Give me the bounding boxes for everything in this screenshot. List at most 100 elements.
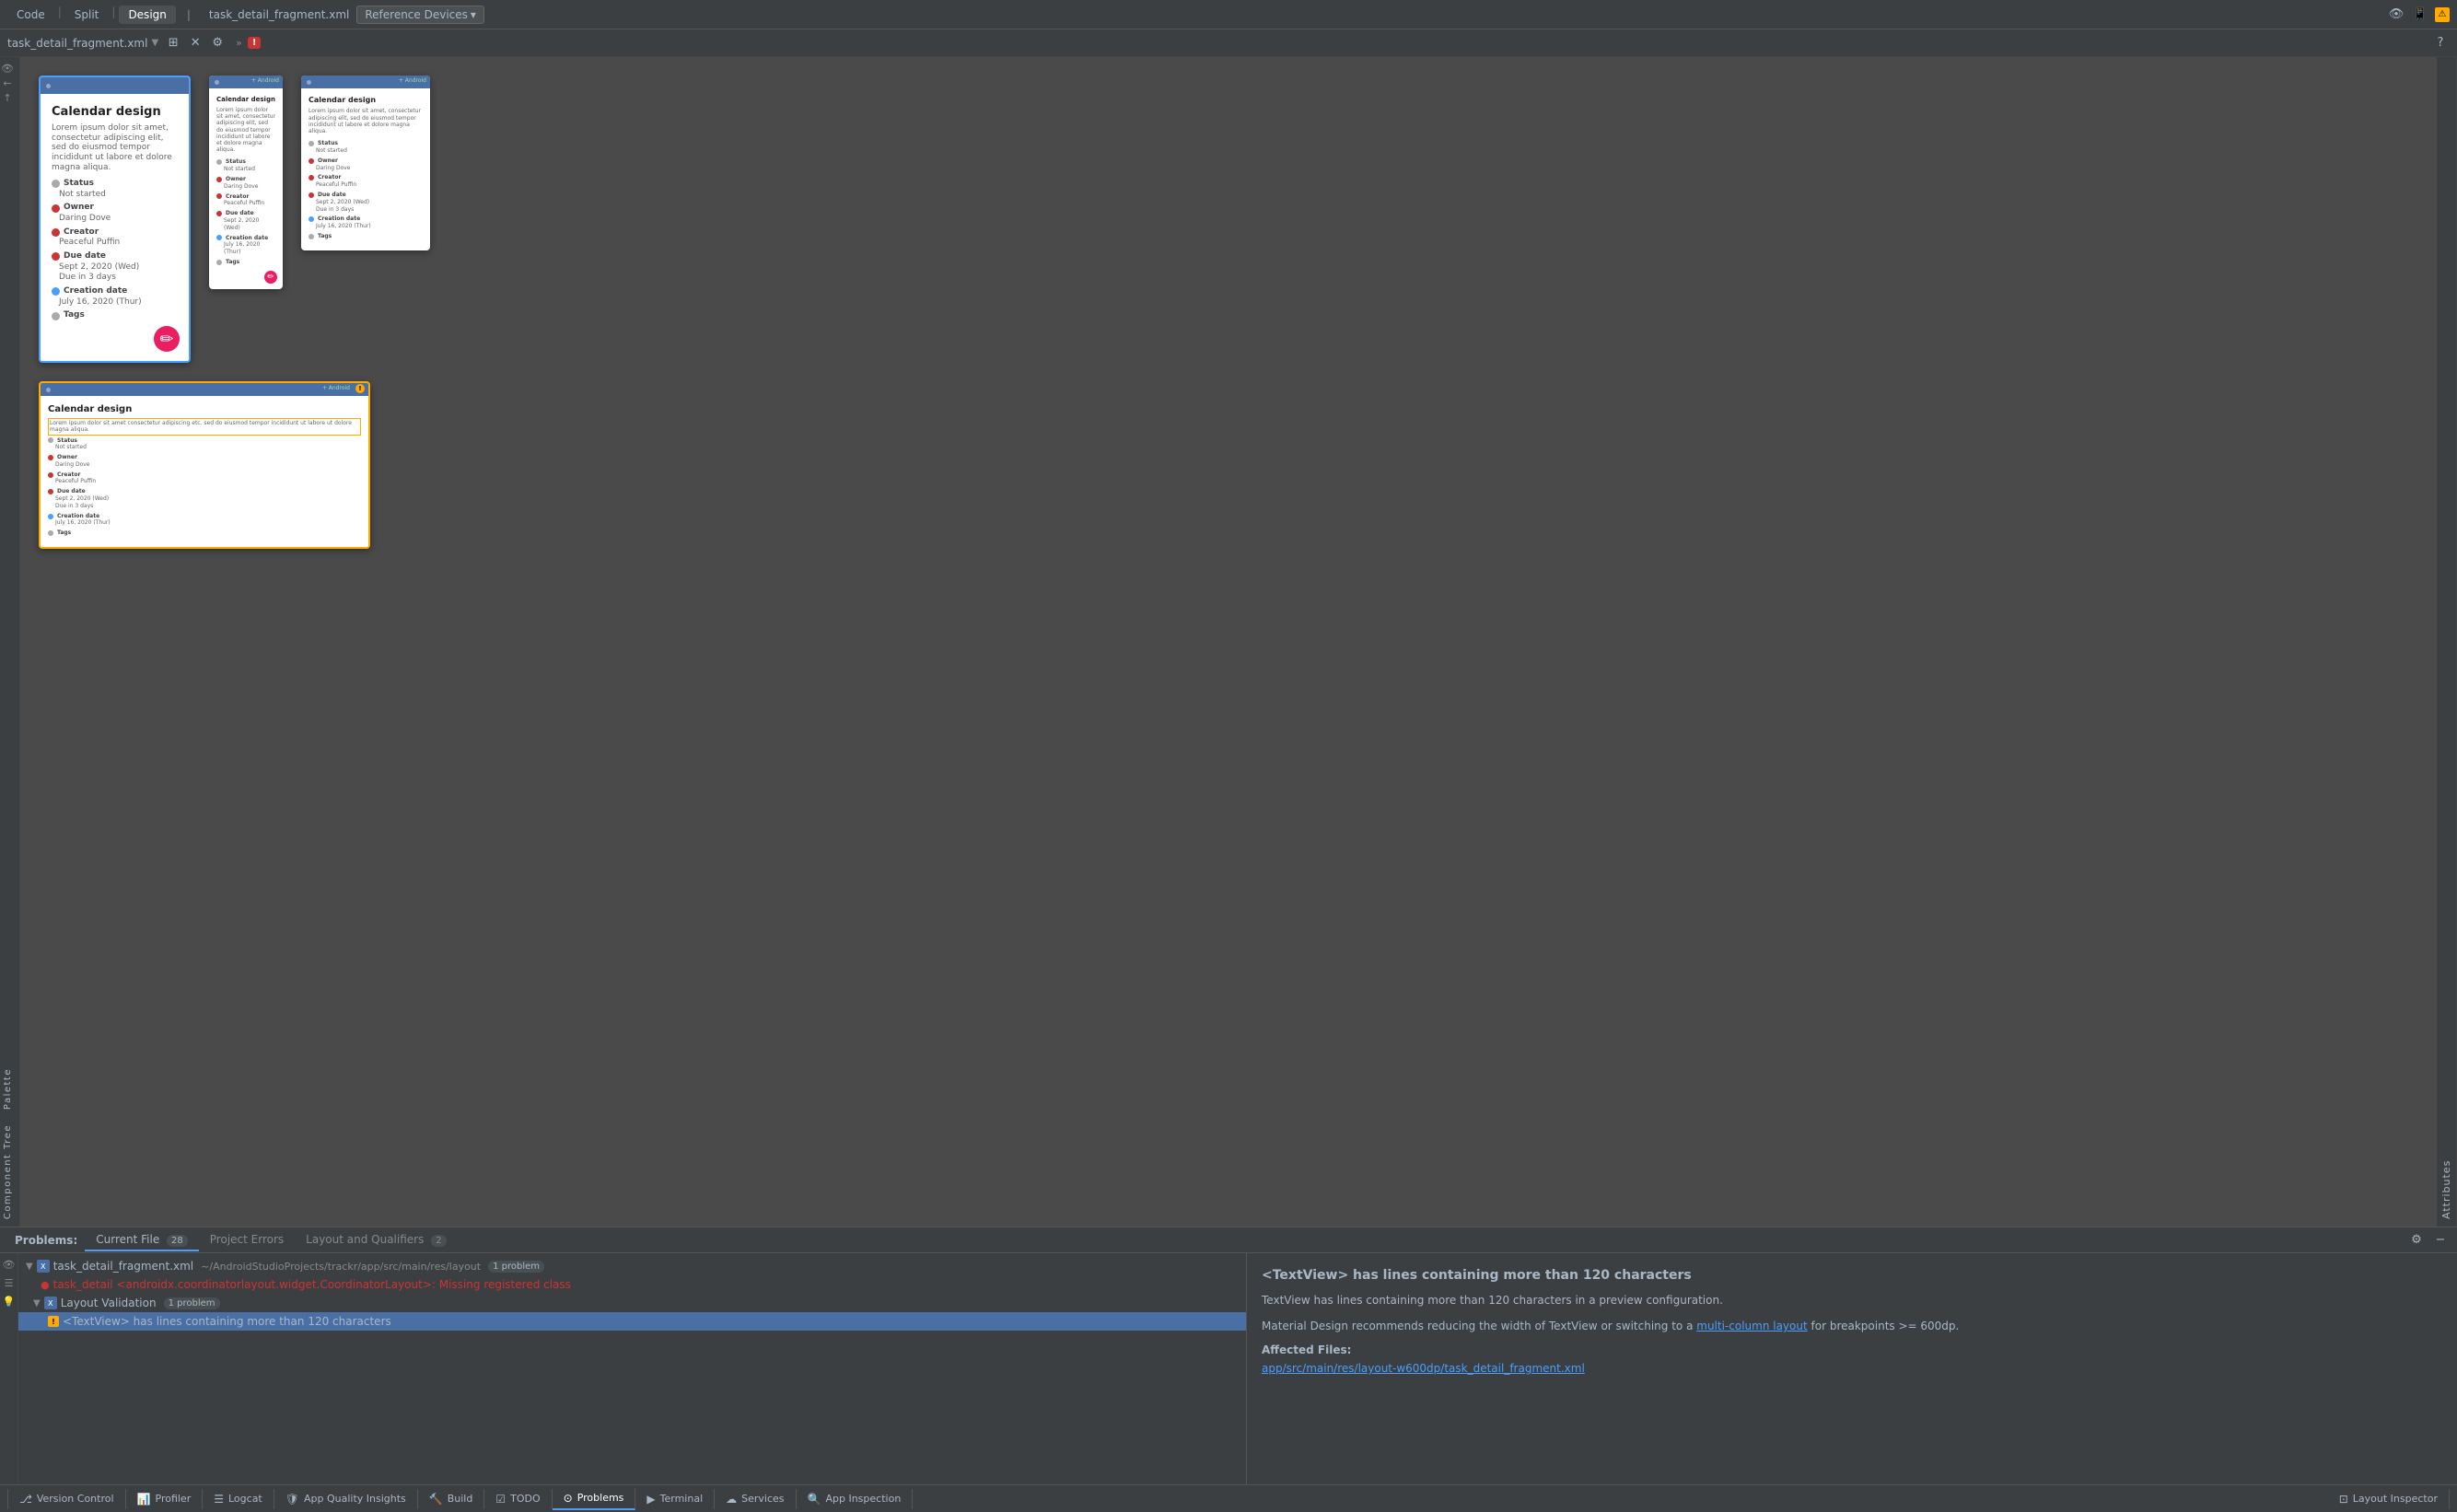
eye-small-icon[interactable]: 👁 xyxy=(0,61,15,76)
canvas-area[interactable]: Calendar design Lorem ipsum dolor sit am… xyxy=(20,57,2437,1227)
version-control-item[interactable]: ⎇ Version Control xyxy=(7,1489,126,1509)
layout-qualifiers-tab[interactable]: Layout and Qualifiers 2 xyxy=(295,1229,457,1251)
current-file-badge: 28 xyxy=(167,1235,188,1247)
w-owner-val: Daring Dove xyxy=(55,461,361,469)
up-arrow-icon[interactable]: ↑ xyxy=(0,90,15,105)
bottom-panel: Problems: Current File 28 Project Errors… xyxy=(0,1227,2457,1484)
problem-error-item[interactable]: ● task_detail <androidx.coordinatorlayou… xyxy=(18,1275,1246,1294)
tab-split[interactable]: Split xyxy=(65,6,109,24)
warning-badge[interactable]: ⚠ xyxy=(2435,7,2450,22)
layout-validation-subgroup[interactable]: ▼ X Layout Validation 1 problem xyxy=(18,1294,1246,1312)
tab-code[interactable]: Code xyxy=(7,6,54,24)
second-toolbar-right: ? xyxy=(2431,34,2450,52)
c2-creator-val: Peaceful Puffin xyxy=(224,200,275,207)
card2-creation: Creation date July 16, 2020 (Thur) xyxy=(216,235,275,256)
preview-card-main[interactable]: Calendar design Lorem ipsum dolor sit am… xyxy=(39,76,191,363)
left-arrow-icon[interactable]: ← xyxy=(0,76,15,90)
status-bar: ⎇ Version Control 📊 Profiler ☰ Logcat 🛡 … xyxy=(0,1484,2457,1512)
problems-status-item[interactable]: ⊙ Problems xyxy=(553,1488,636,1510)
second-toolbar: task_detail_fragment.xml ▼ ⊞ ✕ ⚙ » ! ? xyxy=(0,29,2457,57)
card2-fab[interactable]: ✏ xyxy=(264,271,277,284)
layout-validation-icon: X xyxy=(44,1297,57,1309)
problems-list-icon[interactable]: ☰ xyxy=(2,1275,17,1290)
services-item[interactable]: ☁ Services xyxy=(715,1489,796,1509)
problems-bulb-icon[interactable]: 💡 xyxy=(2,1294,17,1308)
tab-design[interactable]: Design xyxy=(119,6,175,24)
build-icon: 🔨 xyxy=(429,1493,443,1506)
card-title-2: Calendar design xyxy=(216,96,275,104)
w-tags: Tags xyxy=(48,529,361,537)
detail-title: <TextView> has lines containing more tha… xyxy=(1262,1268,2442,1283)
c3-tags-lbl: Tags xyxy=(309,233,423,240)
warning-item-selected[interactable]: ! <TextView> has lines containing more t… xyxy=(18,1312,1246,1331)
c2-due-lbl: Due date xyxy=(216,210,275,217)
settings-icon[interactable]: ⚙ xyxy=(2407,1231,2426,1250)
help-icon[interactable]: ? xyxy=(2431,34,2450,52)
app-inspection-item[interactable]: 🔍 App Inspection xyxy=(797,1489,914,1509)
build-item[interactable]: 🔨 Build xyxy=(418,1489,485,1509)
todo-item[interactable]: ☑ TODO xyxy=(484,1489,552,1509)
c2-tags-icon xyxy=(216,260,222,265)
affected-files-label: Affected Files: xyxy=(1262,1343,2442,1356)
minimize-icon[interactable]: − xyxy=(2431,1231,2450,1250)
multi-column-link[interactable]: multi-column layout xyxy=(1696,1320,1807,1332)
services-icon: ☁ xyxy=(726,1493,737,1506)
profiler-item[interactable]: 📊 Profiler xyxy=(126,1489,204,1509)
card3-creation: Creation date July 16, 2020 (Thur) xyxy=(309,215,423,230)
c3-creator-val: Peaceful Puffin xyxy=(316,181,423,189)
affected-file-link[interactable]: app/src/main/res/layout-w600dp/task_deta… xyxy=(1262,1362,2442,1375)
reference-devices-button[interactable]: Reference Devices ▾ xyxy=(356,6,484,24)
card-header-3: + Android xyxy=(301,76,430,88)
layout-grid-icon[interactable]: ⊞ xyxy=(164,34,182,52)
spacer xyxy=(0,105,19,1061)
c3-due-lbl: Due date xyxy=(309,192,423,199)
top-toolbar: Code | Split | Design | task_detail_frag… xyxy=(0,0,2457,29)
eye-icon[interactable]: 👁 xyxy=(2387,6,2405,24)
card-field-due: Due date Sept 2, 2020 (Wed) Due in 3 day… xyxy=(52,251,178,284)
detail-body-1: TextView has lines containing more than … xyxy=(1262,1292,2442,1308)
due-value1: Sept 2, 2020 (Wed) xyxy=(59,262,178,273)
preview-card-2[interactable]: Calendar design Lorem ipsum dolor sit am… xyxy=(209,76,283,289)
component-tree-tab[interactable]: Component Tree xyxy=(0,1117,19,1227)
toolbar-more-button[interactable]: » xyxy=(236,37,242,49)
file-name-label[interactable]: task_detail_fragment.xml xyxy=(7,37,147,50)
palette-tab[interactable]: Palette xyxy=(0,1061,19,1117)
layout-qualifiers-badge: 2 xyxy=(431,1235,446,1247)
card-header-warning: + Android ! xyxy=(41,383,368,396)
layout-inspector-item[interactable]: ⊡ Layout Inspector xyxy=(2328,1489,2450,1509)
w-status-icon xyxy=(48,437,53,443)
problem-group-header-1[interactable]: ▼ X task_detail_fragment.xml ~/AndroidSt… xyxy=(18,1257,1246,1275)
w-creator-icon xyxy=(48,472,53,478)
problems-eye-icon[interactable]: 👁 xyxy=(2,1257,17,1272)
toolbar-right: 👁 📱 ⚠ xyxy=(2387,6,2450,24)
project-errors-tab[interactable]: Project Errors xyxy=(199,1229,295,1251)
c3-status-icon xyxy=(309,141,314,146)
error-item-text: task_detail <androidx.coordinatorlayout.… xyxy=(53,1278,571,1291)
card-fab-main[interactable]: ✏ xyxy=(154,326,180,352)
terminal-label: Terminal xyxy=(660,1493,704,1505)
constraint-icon[interactable]: ✕ xyxy=(186,34,204,52)
logcat-icon: ☰ xyxy=(214,1493,224,1506)
w-owner-lbl: Owner xyxy=(48,454,361,461)
settings-small-icon[interactable]: ⚙ xyxy=(208,34,227,52)
logcat-item[interactable]: ☰ Logcat xyxy=(203,1489,274,1509)
preview-card-3[interactable]: + Android Calendar design Lorem ipsum do… xyxy=(301,76,430,250)
detail-body-2: Material Design recommends reducing the … xyxy=(1262,1318,2442,1334)
layout-validation-count: 1 problem xyxy=(164,1297,220,1309)
attributes-panel[interactable]: Attributes xyxy=(2437,57,2457,1227)
c2-creator-icon xyxy=(216,193,222,199)
creator-value: Peaceful Puffin xyxy=(59,238,178,249)
file-icon-1: X xyxy=(37,1260,50,1273)
preview-card-warning[interactable]: + Android ! Calendar design Lorem ipsum … xyxy=(39,381,370,549)
w-creation-icon xyxy=(48,514,53,519)
status-icon xyxy=(52,180,60,188)
card-title-main: Calendar design xyxy=(52,105,178,121)
current-file-tab[interactable]: Current File 28 xyxy=(85,1229,199,1251)
app-quality-item[interactable]: 🛡 App Quality Insights xyxy=(274,1489,418,1509)
device-icon[interactable]: 📱 xyxy=(2411,6,2429,24)
chevron-down-icon: ▾ xyxy=(471,8,476,21)
layout-inspector-label: Layout Inspector xyxy=(2353,1493,2438,1505)
c3-creator-icon xyxy=(309,175,314,180)
w-owner: Owner Daring Dove xyxy=(48,454,361,469)
terminal-item[interactable]: ▶ Terminal xyxy=(635,1489,715,1509)
